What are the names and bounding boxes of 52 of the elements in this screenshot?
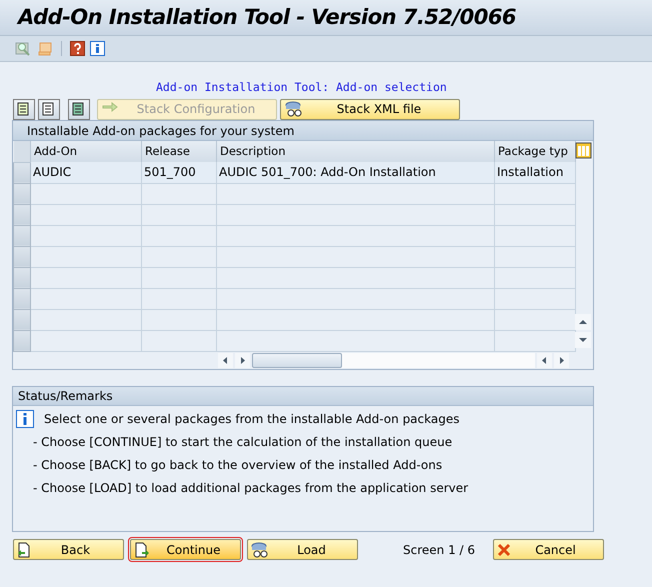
action-button[interactable]: Back xyxy=(13,539,124,560)
glasses-icon xyxy=(285,101,303,117)
window-title: Add-On Installation Tool - Version 7.52/0066 xyxy=(18,7,516,28)
row-selector[interactable] xyxy=(14,141,30,162)
action-button[interactable]: Cancel xyxy=(493,539,604,560)
status-text: - Choose [CONTINUE] to start the calculation of the installation queue xyxy=(33,434,452,450)
row-selector[interactable] xyxy=(14,162,30,184)
row-selector[interactable] xyxy=(14,309,30,330)
row-selector[interactable] xyxy=(14,330,30,352)
column-layout-icon[interactable] xyxy=(575,142,592,160)
info-icon xyxy=(16,410,34,428)
document-select-icon[interactable] xyxy=(38,98,60,120)
scroll-left-icon[interactable] xyxy=(537,352,552,368)
status-text: - Choose [LOAD] to load additional packages from the application server xyxy=(33,480,468,496)
status-text: - Choose [BACK] to go back to the overview of the installed Add-ons xyxy=(33,456,442,474)
back-icon xyxy=(17,542,31,558)
action-button[interactable]: Load xyxy=(247,539,358,560)
row-selector[interactable] xyxy=(14,183,30,204)
scroll-left-icon[interactable] xyxy=(218,352,233,368)
list-select-icon[interactable] xyxy=(13,98,35,120)
table-cell: 501_700 xyxy=(142,162,216,184)
row-selector[interactable] xyxy=(14,288,30,310)
table-title: Installable Add-on packages for your system xyxy=(27,122,294,140)
row-selector[interactable] xyxy=(14,246,30,268)
info-icon[interactable] xyxy=(90,41,105,56)
scroll-down-icon[interactable] xyxy=(575,332,591,348)
scroll-up-icon[interactable] xyxy=(575,314,591,330)
scroll-thumb[interactable] xyxy=(252,352,342,368)
column-header[interactable]: Release xyxy=(142,141,216,162)
toolbar-button[interactable]: Stack XML file xyxy=(280,98,460,120)
panel-title: Status/Remarks xyxy=(18,388,113,405)
table-cell: Installation xyxy=(494,162,576,184)
action-button[interactable]: Continue xyxy=(130,539,241,560)
search-icon[interactable] xyxy=(15,41,32,56)
scroll-right-icon[interactable] xyxy=(235,352,250,368)
column-header[interactable]: Package typ xyxy=(494,141,576,162)
row-selector[interactable] xyxy=(14,225,30,246)
row-selector[interactable] xyxy=(14,267,30,288)
scroll-right-icon[interactable] xyxy=(554,352,569,368)
status-text: Select one or several packages from the installable Add-on packages xyxy=(44,410,460,428)
glasses-icon xyxy=(251,542,269,558)
help-icon[interactable] xyxy=(70,41,85,56)
close-icon xyxy=(497,542,512,556)
table-cell: AUDIC xyxy=(30,162,142,184)
table-cell: AUDIC 501_700: Add-On Installation xyxy=(216,162,494,184)
row-selector[interactable] xyxy=(14,204,30,226)
column-header[interactable]: Add-On xyxy=(30,141,142,162)
horizontal-scrollbar[interactable] xyxy=(252,352,535,368)
column-header[interactable]: Description xyxy=(216,141,494,162)
screen-counter: Screen 1 / 6 xyxy=(403,542,476,558)
screen-subtitle: Add-on Installation Tool: Add-on selection xyxy=(156,79,447,95)
forward-icon xyxy=(134,542,150,558)
